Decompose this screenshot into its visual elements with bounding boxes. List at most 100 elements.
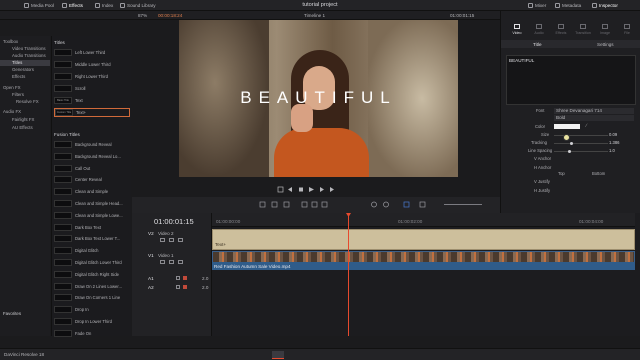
jump-start-icon[interactable]: [277, 186, 284, 193]
mixer-tab[interactable]: Mixer: [528, 2, 546, 9]
fusion-title-item[interactable]: Fade On: [54, 329, 130, 338]
marker-icon[interactable]: [419, 201, 426, 208]
font-dropdown[interactable]: Shree Devanagari 714: [554, 107, 634, 114]
loop-icon[interactable]: [330, 187, 334, 192]
tree-filters[interactable]: Filters: [12, 92, 24, 97]
fusion-title-item[interactable]: Center Reveal: [54, 175, 130, 184]
fusion-title-item[interactable]: Draw On 2 Lines Lower...: [54, 282, 130, 291]
visibility-icon[interactable]: [178, 238, 183, 242]
media-page-button[interactable]: [198, 351, 210, 359]
auto-select-icon[interactable]: [169, 260, 174, 264]
inspector-tab-audio[interactable]: Audio: [529, 23, 549, 37]
index-tab[interactable]: Index: [95, 2, 113, 9]
tree-generators[interactable]: Generators: [12, 67, 34, 72]
lock-icon[interactable]: [176, 285, 180, 289]
title-effect-item[interactable]: Custom Title Text+: [54, 108, 130, 117]
eyedropper-icon[interactable]: ∕: [586, 123, 587, 129]
tree-video-transitions[interactable]: Video Transitions: [12, 46, 46, 51]
replace-clip-icon[interactable]: [321, 201, 328, 208]
fusion-title-item[interactable]: Drop In: [54, 305, 130, 314]
visibility-icon[interactable]: [178, 260, 183, 264]
video-clip-label-bar[interactable]: Red Fashion Autumn Sale Video.mp4: [212, 262, 635, 270]
inspector-tab[interactable]: Inspector: [592, 2, 618, 9]
edit-page-button[interactable]: [272, 351, 284, 359]
tree-audio-transitions[interactable]: Audio Transitions: [12, 53, 46, 58]
fusion-title-item[interactable]: Dark Box Text: [54, 223, 130, 232]
title-clip[interactable]: Text+: [212, 229, 635, 250]
auto-select-icon[interactable]: [169, 238, 174, 242]
tree-titles[interactable]: Titles: [0, 60, 50, 66]
viewer-zoom[interactable]: 87%: [138, 13, 147, 18]
inspector-tab-effects[interactable]: Effects: [551, 23, 571, 37]
track-header-a2[interactable]: A2 2.0: [132, 284, 212, 292]
flag-icon[interactable]: [403, 201, 410, 208]
text-input-box[interactable]: BEAUTIFUL: [506, 55, 636, 105]
cut-page-button[interactable]: [234, 351, 246, 359]
fusion-title-item[interactable]: Draw On Corners 1 Line: [54, 293, 130, 302]
title-effect-item[interactable]: Right Lower Third: [54, 72, 130, 81]
title-effect-item[interactable]: Scroll: [54, 84, 130, 93]
fusion-title-item[interactable]: Clean and Simple Lowe...: [54, 211, 130, 220]
media-pool-tab[interactable]: Media Pool: [24, 2, 54, 9]
timeline-ruler[interactable]: 01:00:00:00 01:00:02:00 01:00:04:00: [212, 213, 635, 227]
jump-end-icon[interactable]: [320, 187, 324, 192]
fusion-title-item[interactable]: Digital Glitch: [54, 246, 130, 255]
track-header-a1[interactable]: A1 2.0: [132, 275, 212, 283]
snapping-icon[interactable]: [371, 201, 377, 208]
tree-effects[interactable]: Effects: [12, 74, 25, 79]
deliver-page-button[interactable]: [432, 351, 444, 359]
title-effect-item[interactable]: Basic Title Text: [54, 96, 130, 105]
effects-tab[interactable]: Effects: [62, 2, 83, 9]
tree-open-fx[interactable]: Open FX: [3, 85, 21, 90]
style-dropdown[interactable]: Bold: [554, 114, 634, 121]
play-icon[interactable]: [309, 187, 314, 192]
track-header-v1[interactable]: V1 Video 1: [132, 252, 212, 272]
fusion-title-item[interactable]: Clean and Simple: [54, 187, 130, 196]
tree-resolve-fx[interactable]: Resolve FX: [16, 99, 39, 104]
tracking-value[interactable]: 1.386: [609, 140, 633, 145]
inspector-tab-file[interactable]: File: [617, 23, 637, 37]
settings-subtab[interactable]: Settings: [597, 42, 614, 47]
tracking-slider[interactable]: [554, 142, 608, 144]
lock-icon[interactable]: [160, 260, 165, 264]
line-spacing-slider[interactable]: [554, 150, 608, 152]
fusion-page-button[interactable]: [314, 351, 326, 359]
color-swatch[interactable]: [554, 123, 580, 129]
link-icon[interactable]: [383, 201, 389, 208]
title-overlay-text[interactable]: BEAUTIFUL: [179, 88, 458, 108]
inspector-tab-image[interactable]: Image: [595, 23, 615, 37]
blade-tool-icon[interactable]: [283, 201, 290, 208]
solo-icon[interactable]: [183, 276, 187, 280]
video-frame[interactable]: BEAUTIFUL: [179, 20, 458, 177]
color-page-button[interactable]: [354, 351, 366, 359]
stop-icon[interactable]: [299, 187, 303, 192]
solo-icon[interactable]: [183, 285, 187, 289]
fusion-title-item[interactable]: Dark Box Text Lower T...: [54, 234, 130, 243]
inspector-tab-transition[interactable]: Transition: [573, 23, 593, 37]
fusion-title-item[interactable]: Background Reveal Lo...: [54, 152, 130, 161]
fusion-title-item[interactable]: Digital Glitch Lower Third: [54, 258, 130, 267]
tree-au-effects[interactable]: AU Effects: [12, 125, 33, 130]
trim-tool-icon[interactable]: [271, 201, 278, 208]
line-spacing-value[interactable]: 1.0: [609, 148, 633, 153]
sound-library-tab[interactable]: Sound Library: [120, 2, 156, 9]
inspector-tab-video[interactable]: Video: [507, 23, 527, 37]
tracking-slider-knob[interactable]: [570, 141, 573, 145]
title-effect-item[interactable]: Middle Lower Third: [54, 60, 130, 69]
title-effect-item[interactable]: Left Lower Third: [54, 48, 130, 57]
lock-icon[interactable]: [160, 238, 165, 242]
fusion-title-item[interactable]: Clean and Simple Head...: [54, 199, 130, 208]
track-header-v2[interactable]: V2 Video 2: [132, 230, 212, 250]
fusion-title-item[interactable]: Background Reveal: [54, 140, 130, 149]
tree-fairlight-fx[interactable]: Fairlight FX: [12, 117, 34, 122]
size-value[interactable]: 0.09: [609, 132, 633, 137]
fusion-title-item[interactable]: Call Out: [54, 164, 130, 173]
overwrite-clip-icon[interactable]: [311, 201, 318, 208]
title-subtab[interactable]: Title: [533, 42, 542, 47]
timeline-name[interactable]: Timeline 1: [304, 13, 325, 18]
reverse-icon[interactable]: [288, 187, 292, 192]
line-spacing-knob[interactable]: [568, 149, 571, 153]
insert-clip-icon[interactable]: [301, 201, 308, 208]
fusion-title-item[interactable]: Drop In Lower Third: [54, 317, 130, 326]
selection-tool-icon[interactable]: [259, 201, 266, 208]
